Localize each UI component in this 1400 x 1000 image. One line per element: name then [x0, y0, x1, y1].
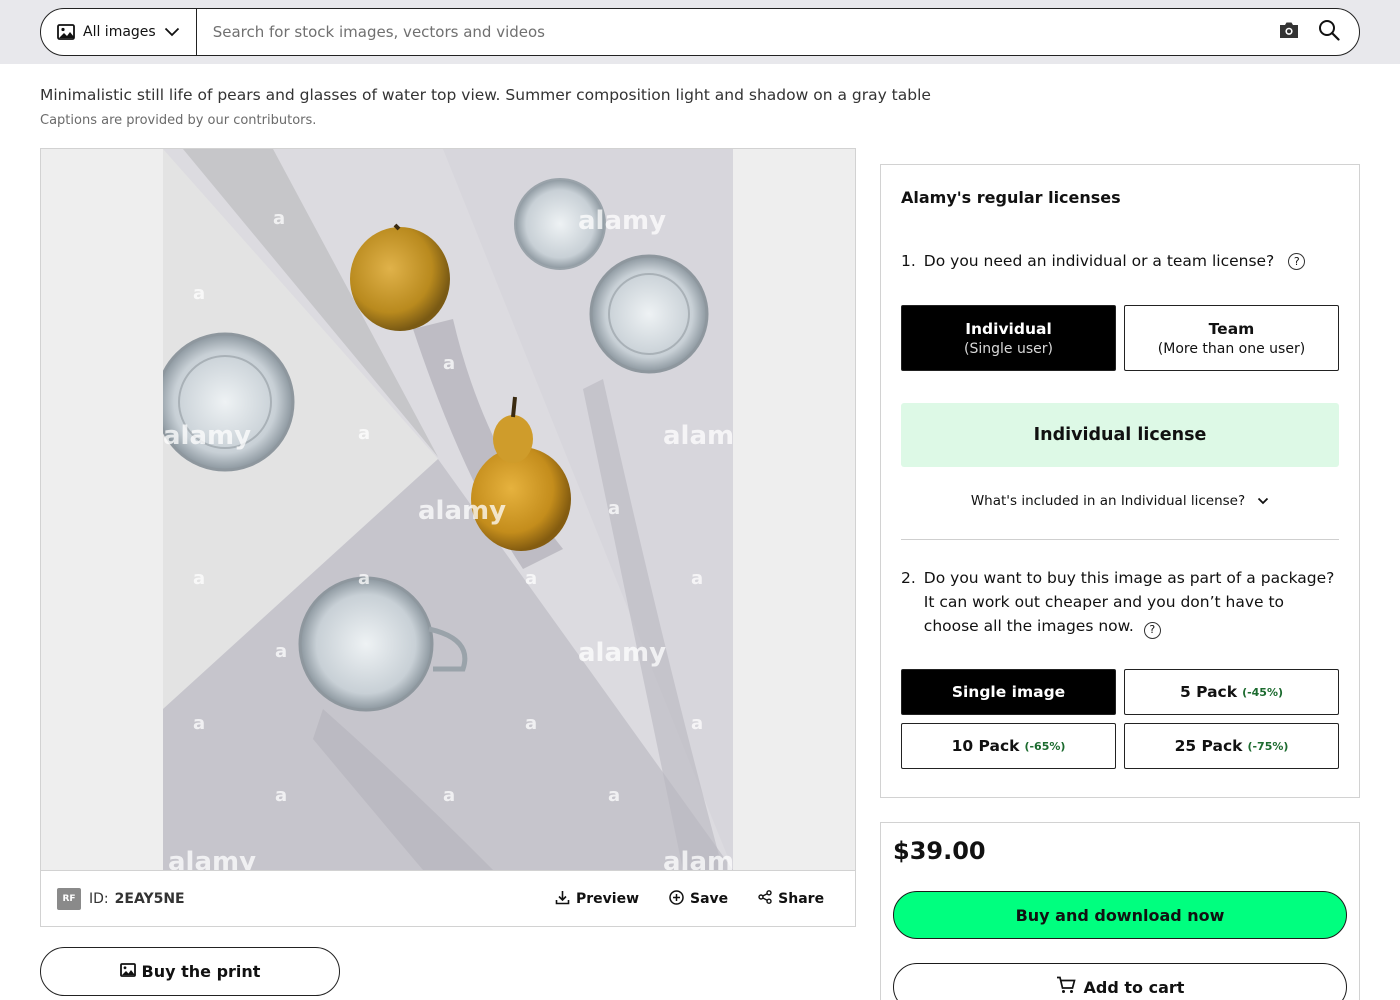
license-details-toggle[interactable]: What's included in an Individual license…: [901, 493, 1339, 509]
question-number: 1.: [901, 252, 916, 270]
question-text-body: Do you want to buy this image as part of…: [923, 569, 1335, 635]
license-question-1: 1. Do you need an individual or a team l…: [901, 252, 1306, 270]
license-details-label: What's included in an Individual license…: [970, 493, 1246, 509]
buy-print-button[interactable]: Buy the print: [40, 947, 340, 996]
watermark: a: [525, 568, 537, 589]
cart-icon: [1056, 976, 1076, 998]
preview-label: Preview: [576, 891, 640, 907]
preview-button[interactable]: Preview: [555, 890, 639, 909]
chevron-down-icon: [1257, 493, 1269, 509]
package-label: 25 Pack: [1174, 737, 1243, 755]
option-sublabel: (More than one user): [1157, 340, 1306, 357]
package-option-10-pack[interactable]: 10 Pack (-65%): [901, 723, 1116, 769]
help-icon[interactable]: ?: [1288, 252, 1306, 270]
package-label: 10 Pack: [951, 737, 1020, 755]
license-question-2: 2. Do you want to buy this image as part…: [901, 566, 1341, 639]
search-bar: All images: [40, 8, 1360, 56]
option-label: Individual: [965, 319, 1052, 338]
option-label: Team: [1208, 319, 1255, 338]
watermark: a: [193, 713, 205, 734]
watermark: a: [691, 568, 703, 589]
share-label: Share: [778, 891, 825, 907]
caption-note: Captions are provided by our contributor…: [40, 113, 317, 128]
watermark: alamy: [578, 638, 666, 668]
license-title: Alamy's regular licenses: [901, 188, 1121, 207]
watermark: a: [275, 785, 287, 806]
rf-badge: RF: [57, 887, 81, 910]
watermark: alamy: [163, 421, 251, 451]
watermark: alamy: [663, 847, 733, 870]
watermark: alamy: [663, 421, 733, 451]
save-label: Save: [690, 891, 729, 907]
add-to-cart-button[interactable]: Add to cart: [893, 963, 1347, 1000]
team-license-option[interactable]: Team (More than one user): [1124, 305, 1339, 371]
selected-license-banner: Individual license: [901, 403, 1339, 467]
camera-search-button[interactable]: [1269, 12, 1309, 52]
buy-print-label: Buy the print: [141, 962, 261, 981]
price-panel: $39.00 Buy and download now Add to cart: [880, 822, 1360, 1000]
image-id-label: ID:: [89, 890, 109, 907]
buy-download-button[interactable]: Buy and download now: [893, 891, 1347, 939]
question-text: Do you want to buy this image as part of…: [924, 566, 1341, 639]
watermark: a: [443, 785, 455, 806]
watermark: alamy: [168, 847, 256, 870]
image-icon: [57, 24, 75, 40]
image-caption: Minimalistic still life of pears and gla…: [40, 86, 931, 104]
price: $39.00: [893, 837, 986, 865]
chevron-down-icon: [164, 27, 180, 37]
search-scope-label: All images: [83, 24, 156, 40]
package-label: 5 Pack: [1179, 683, 1238, 701]
option-sublabel: (Single user): [964, 340, 1053, 357]
share-icon: [758, 890, 772, 908]
watermark: a: [608, 498, 620, 519]
watermark: a: [691, 713, 703, 734]
plus-circle-icon: [669, 889, 684, 909]
image-id-value: 2EAY5NE: [114, 890, 185, 907]
save-button[interactable]: Save: [669, 889, 729, 909]
question-number: 2.: [901, 569, 916, 587]
search-scope-dropdown[interactable]: All images: [41, 9, 197, 55]
help-icon[interactable]: ?: [1143, 621, 1161, 639]
add-to-cart-label: Add to cart: [1083, 977, 1185, 997]
package-option-25-pack[interactable]: 25 Pack (-75%): [1124, 723, 1339, 769]
image-actions: Preview Save Share: [555, 871, 824, 927]
watermark: a: [443, 353, 455, 374]
watermark: a: [608, 785, 620, 806]
download-icon: [555, 890, 570, 909]
divider: [901, 539, 1339, 540]
image-footer: RF ID: 2EAY5NE Preview Save Share: [41, 870, 855, 926]
license-panel: Alamy's regular licenses 1. Do you need …: [880, 164, 1360, 798]
watermark: a: [358, 568, 370, 589]
package-option-5-pack[interactable]: 5 Pack (-45%): [1124, 669, 1339, 715]
package-discount: (-65%): [1024, 739, 1066, 753]
watermark: a: [193, 568, 205, 589]
search-input[interactable]: [196, 9, 1269, 55]
watermark: a: [193, 283, 205, 304]
header-band: All images: [0, 0, 1400, 64]
question-text: Do you need an individual or a team lice…: [923, 252, 1275, 270]
search-button[interactable]: [1309, 12, 1349, 52]
package-option-single[interactable]: Single image: [901, 669, 1116, 715]
package-discount: (-75%): [1247, 739, 1289, 753]
watermark: a: [273, 208, 285, 229]
share-button[interactable]: Share: [758, 890, 824, 908]
watermark: a: [275, 641, 287, 662]
individual-license-option[interactable]: Individual (Single user): [901, 305, 1116, 371]
image-icon: [119, 962, 136, 981]
stock-photo[interactable]: alamy alamy alamy alamy alamy alamy alam…: [163, 149, 733, 870]
watermark: alamy: [578, 206, 666, 236]
package-label: Single image: [951, 683, 1066, 701]
watermark: a: [358, 423, 370, 444]
camera-icon: [1278, 21, 1300, 43]
watermark: alamy: [418, 496, 506, 526]
image-panel: alamy alamy alamy alamy alamy alamy alam…: [40, 148, 856, 927]
watermark: a: [525, 713, 537, 734]
package-discount: (-45%): [1242, 685, 1284, 699]
search-icon: [1318, 19, 1340, 45]
